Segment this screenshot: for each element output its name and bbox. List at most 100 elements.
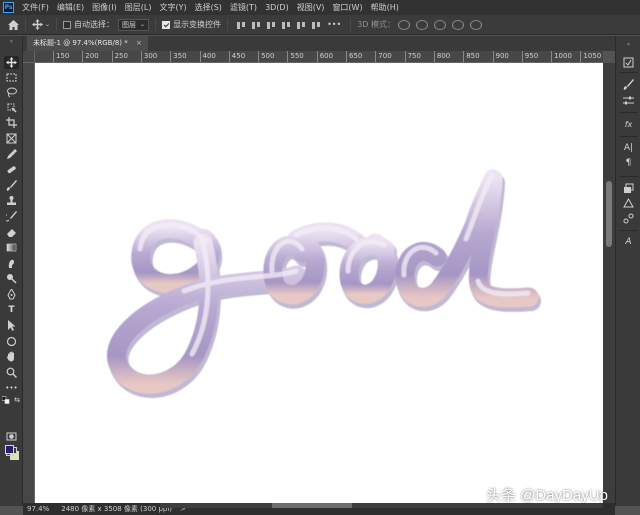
smudge-tool-icon[interactable] (4, 257, 19, 270)
ruler-tick-label: 300 (143, 52, 158, 60)
glyphs-panel-icon[interactable]: A (622, 236, 635, 248)
zoom-level[interactable]: 97.4% (23, 505, 55, 513)
channels-panel-icon[interactable] (622, 197, 635, 209)
show-transform-label: 显示变换控件 (173, 20, 222, 29)
path-select-tool-icon[interactable] (4, 319, 19, 332)
rotate-3d-icon[interactable] (398, 19, 411, 30)
collapse-icon[interactable]: « (622, 38, 635, 50)
move-tool-icon[interactable]: ⌄ (32, 19, 50, 30)
roll-3d-icon[interactable] (416, 19, 429, 30)
paragraph-panel-icon[interactable]: ¶ (622, 157, 635, 169)
ruler-tick: 500 (258, 51, 274, 62)
menu-bar: Ps 文件(F) 编辑(E) 图像(I) 图层(L) 文字(Y) 选择(S) 滤… (0, 0, 640, 15)
chevron-down-icon: ⌄ (140, 21, 146, 28)
lasso-tool-icon[interactable] (4, 86, 19, 99)
ruler-tick: 200 (82, 51, 99, 62)
adjustments-icon[interactable] (622, 94, 635, 106)
ruler-tick-label: 600 (319, 52, 334, 60)
default-colors-icon[interactable] (2, 395, 10, 404)
chevron-down-icon[interactable]: ⌄ (45, 21, 50, 28)
eraser-tool-icon[interactable] (4, 226, 19, 239)
ellipse-tool-icon[interactable] (4, 335, 19, 348)
ruler-tick-label: 1050 (583, 52, 602, 60)
move-tool-icon[interactable] (4, 56, 19, 69)
home-icon[interactable] (8, 19, 19, 30)
ruler-tick-label: 800 (436, 52, 451, 60)
close-icon[interactable]: × (136, 39, 142, 47)
more-options-icon[interactable]: ••• (327, 20, 341, 29)
character-panel-icon[interactable]: A| (622, 142, 635, 154)
clone-stamp-tool-icon[interactable] (4, 194, 19, 207)
auto-select-dropdown[interactable]: 图层 ⌄ (118, 18, 150, 31)
ruler-tick-label: 200 (85, 52, 99, 60)
type-tool-icon[interactable]: T (4, 304, 19, 317)
document-tab[interactable]: 未标题-1 @ 97.4%(RGB/8) * × (27, 36, 148, 51)
history-brush-tool-icon[interactable] (4, 210, 19, 223)
ruler-tick: 900 (492, 51, 509, 62)
document-canvas[interactable]: good (35, 63, 603, 503)
align-bottom-icon[interactable] (266, 20, 277, 30)
effects-icon[interactable]: fx (622, 118, 635, 130)
vertical-scrollbar[interactable] (603, 63, 615, 503)
show-transform-checkbox[interactable]: 显示变换控件 (162, 19, 221, 30)
layers-panel-icon[interactable] (622, 182, 635, 194)
menu-help[interactable]: 帮助(H) (367, 0, 403, 15)
separator (619, 136, 638, 137)
more-tools-icon[interactable]: ••• (4, 382, 19, 395)
quick-mask-icon[interactable] (4, 430, 19, 443)
menu-select[interactable]: 选择(S) (191, 0, 226, 15)
slide-3d-icon[interactable] (452, 19, 465, 30)
hand-tool-icon[interactable] (4, 350, 19, 363)
frame-tool-icon[interactable] (4, 132, 19, 145)
ruler-tick: 400 (199, 51, 216, 62)
history-panel-icon[interactable] (622, 56, 635, 68)
horizontal-ruler[interactable]: 150 200 250 300 350 400 450 500 550 600 650 700 750 8… (35, 51, 603, 63)
menu-type[interactable]: 文字(Y) (155, 0, 190, 15)
ruler-tick-label: 650 (349, 52, 363, 60)
ruler-tick-label: 400 (202, 52, 216, 60)
menu-edit[interactable]: 编辑(E) (53, 0, 88, 15)
menu-3d[interactable]: 3D(D) (261, 0, 293, 15)
pen-tool-icon[interactable] (4, 288, 19, 301)
align-vcenter-icon[interactable] (251, 20, 262, 30)
align-left-icon[interactable] (281, 20, 292, 30)
vertical-scroll-thumb[interactable] (606, 181, 612, 247)
healing-brush-tool-icon[interactable] (4, 163, 19, 176)
align-right-icon[interactable] (311, 20, 322, 30)
auto-select-value: 图层 (122, 20, 137, 29)
menu-filter[interactable]: 滤镜(T) (226, 0, 261, 15)
crop-tool-icon[interactable] (4, 116, 19, 129)
brush-settings-icon[interactable] (622, 78, 635, 90)
menu-file[interactable]: 文件(F) (18, 0, 53, 15)
vertical-ruler[interactable] (23, 63, 35, 503)
menu-layer[interactable]: 图层(L) (121, 0, 156, 15)
document-tab-bar: 未标题-1 @ 97.4%(RGB/8) * × (23, 36, 615, 51)
drag-3d-icon[interactable] (434, 19, 447, 30)
collapse-icon[interactable]: » (4, 38, 19, 46)
align-hcenter-icon[interactable] (296, 20, 307, 30)
scale-3d-icon[interactable] (470, 19, 483, 30)
menu-window[interactable]: 窗口(W) (328, 0, 366, 15)
ruler-corner (23, 51, 35, 63)
swap-colors-icon[interactable]: ⇆ (13, 396, 21, 404)
zoom-tool-icon[interactable] (4, 366, 19, 379)
horizontal-scroll-thumb[interactable] (272, 503, 352, 508)
ruler-tick: 850 (463, 51, 480, 62)
marquee-tool-icon[interactable] (4, 71, 19, 84)
quick-select-tool-icon[interactable] (4, 101, 19, 114)
ruler-tick: 650 (346, 51, 362, 62)
eyedropper-tool-icon[interactable] (4, 148, 19, 161)
align-top-icon[interactable] (236, 20, 247, 30)
foreground-color-swatch[interactable] (5, 445, 14, 454)
brush-tool-icon[interactable] (4, 179, 19, 192)
dodge-tool-icon[interactable] (4, 272, 19, 285)
separator (619, 230, 638, 231)
paths-panel-icon[interactable] (622, 212, 635, 224)
menu-view[interactable]: 视图(V) (293, 0, 329, 15)
ruler-tick: 250 (111, 51, 128, 62)
auto-select-checkbox[interactable]: 自动选择： (63, 19, 114, 30)
menu-image[interactable]: 图像(I) (88, 0, 121, 15)
checkbox-box[interactable] (162, 20, 171, 29)
gradient-tool-icon[interactable] (4, 241, 19, 254)
checkbox-box[interactable] (63, 20, 72, 29)
